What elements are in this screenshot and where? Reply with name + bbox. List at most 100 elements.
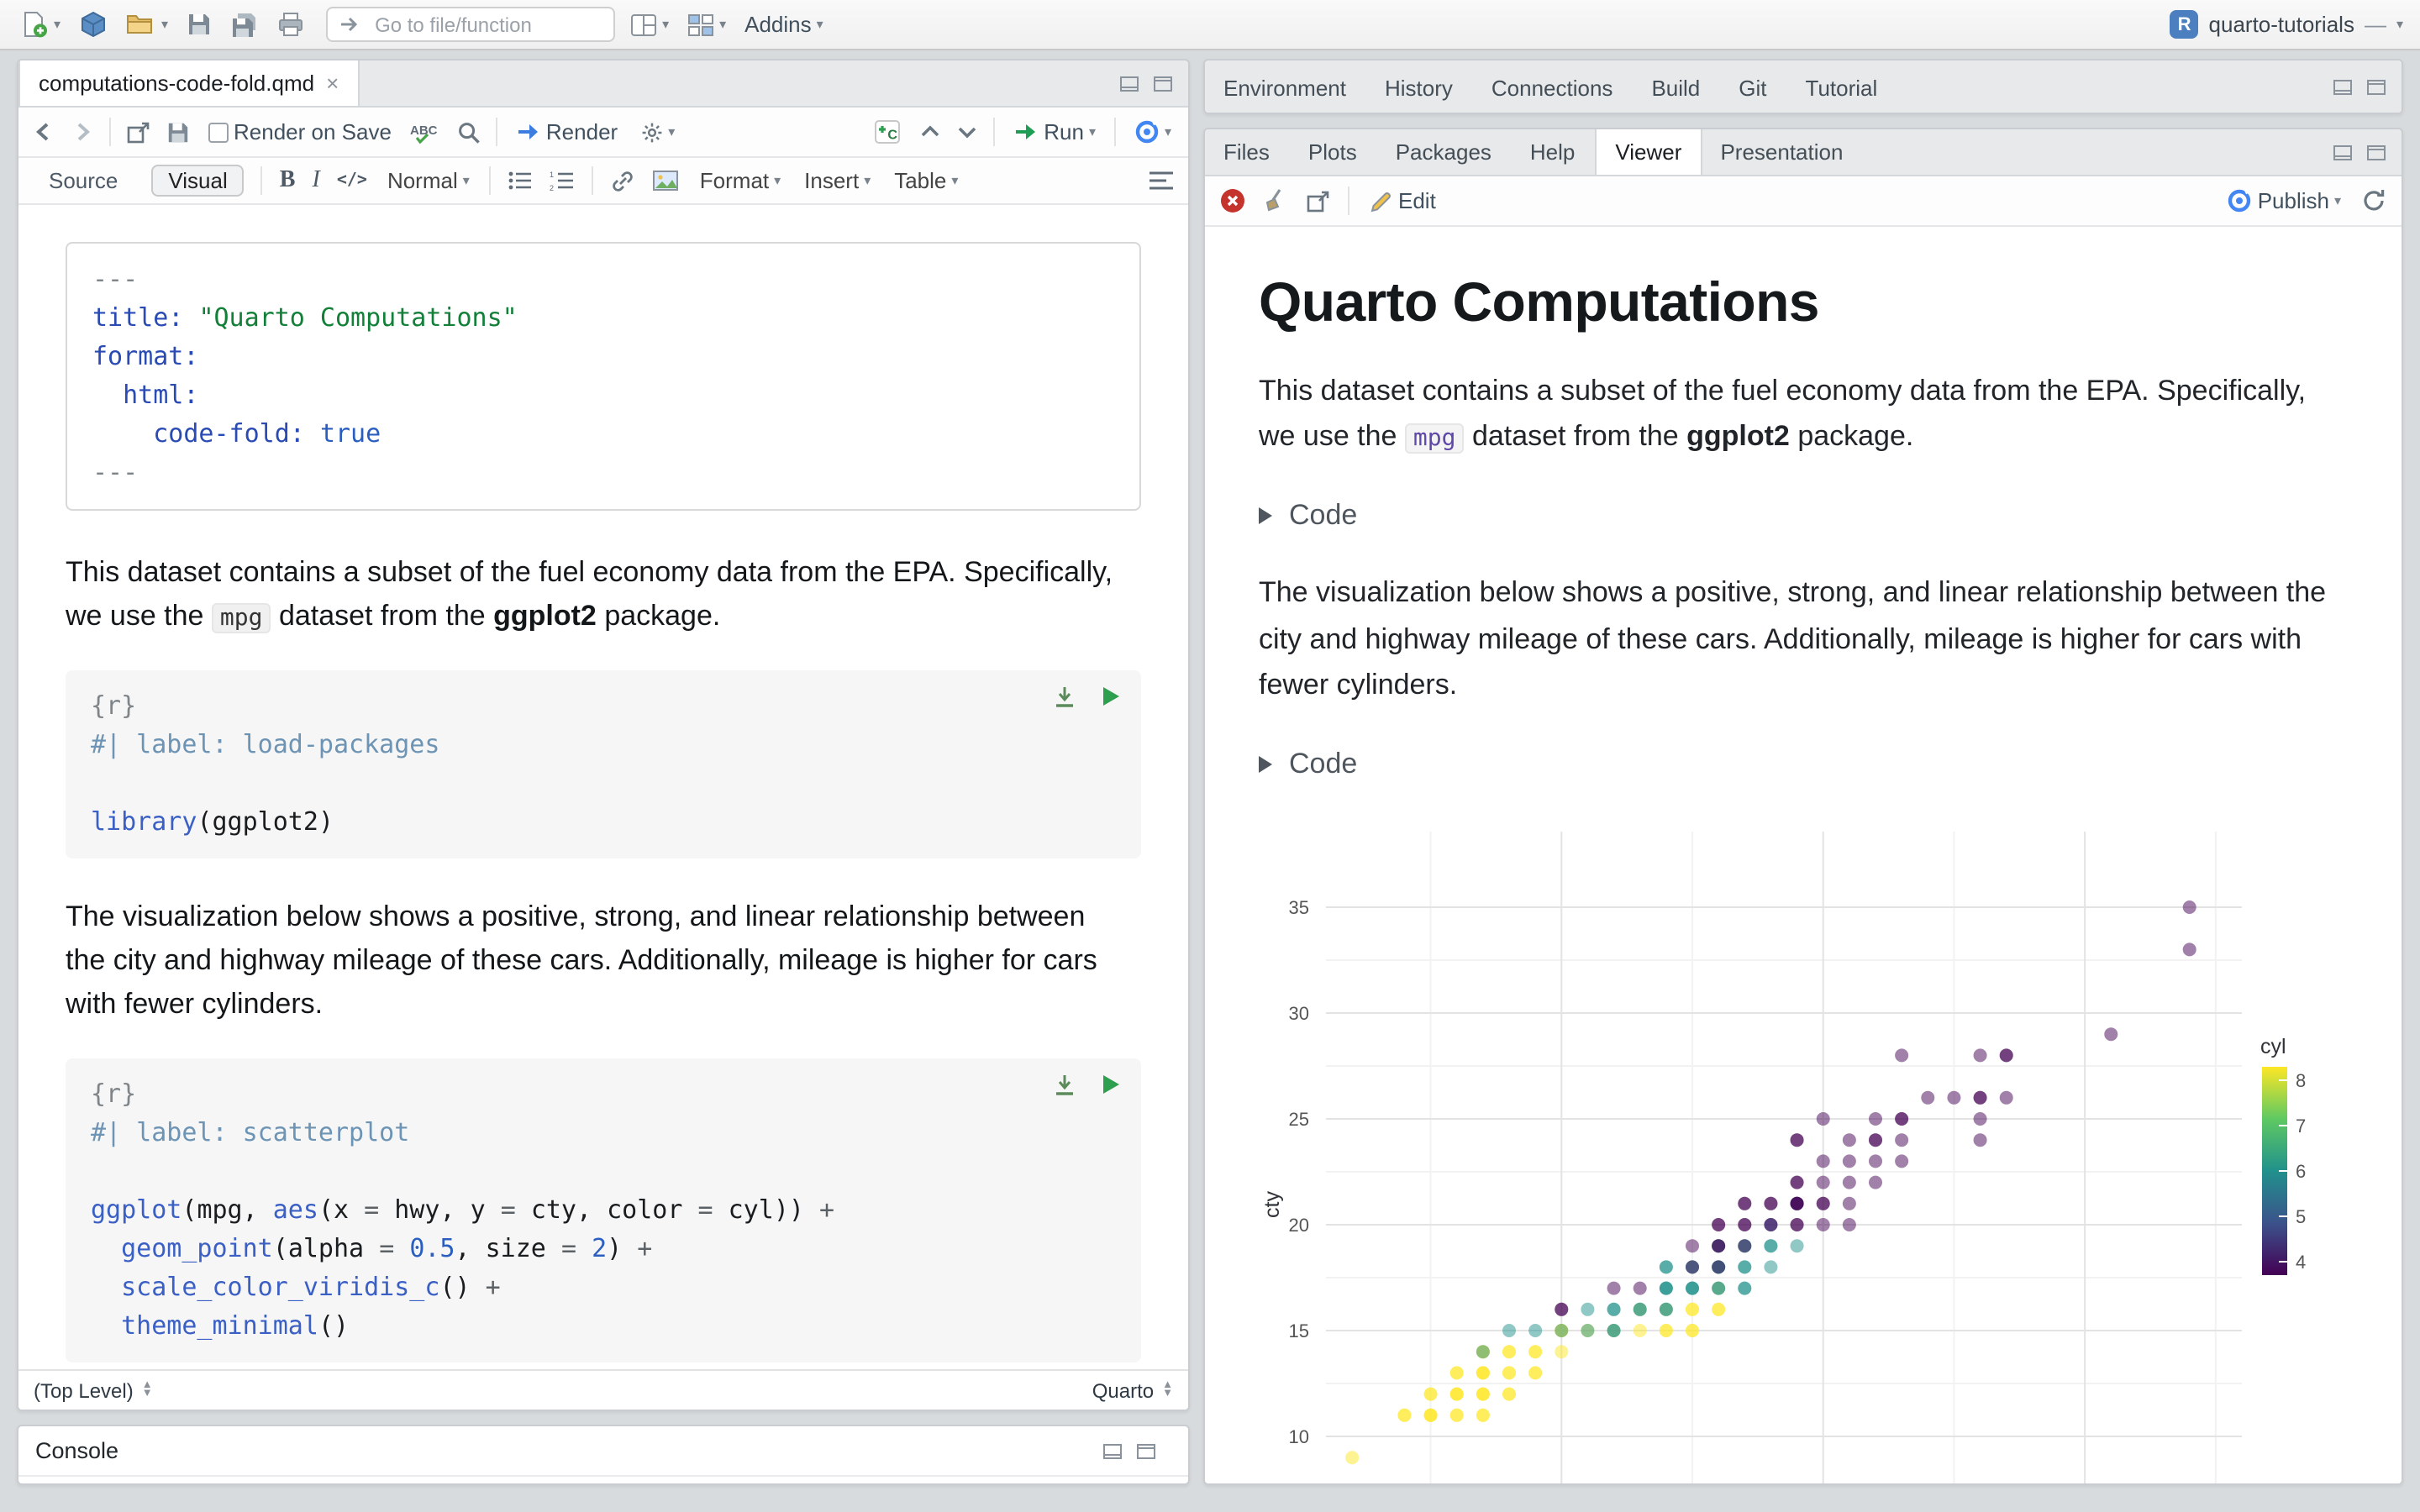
goto-file-input[interactable] (371, 11, 574, 38)
code-chunk-scatterplot[interactable]: {r} #| label: scatterplot ggplot(mpg, aes… (66, 1058, 1141, 1362)
code-fold-toggle-1[interactable]: Code (1259, 500, 2348, 533)
image-icon[interactable] (653, 170, 680, 192)
doc-type-button[interactable]: Quarto ▲ ▼ (1092, 1378, 1173, 1402)
render-on-save-checkbox[interactable]: Render on Save (205, 116, 395, 148)
tab-environment[interactable]: Environment (1205, 60, 1366, 113)
save-doc-icon[interactable] (166, 120, 190, 144)
project-menu-button[interactable]: R quarto-tutorials — ▾ (2170, 10, 2403, 39)
viewer-pane: Files Plots Packages Help Viewer Present… (1203, 128, 2403, 1485)
save-button[interactable] (183, 8, 215, 40)
addins-label: Addins (744, 12, 812, 37)
link-icon[interactable] (611, 169, 636, 192)
tab-packages[interactable]: Packages (1377, 129, 1512, 175)
svg-text:C: C (888, 129, 898, 143)
stop-viewer-icon[interactable] (1220, 188, 1245, 213)
tab-label: Connections (1491, 75, 1613, 100)
run-chunks-above-icon[interactable] (1052, 1073, 1077, 1096)
viewer-publish-button[interactable]: Publish ▾ (2224, 185, 2344, 217)
editor-content[interactable]: --- title: "Quarto Computations" format: h… (18, 205, 1188, 1369)
tab-viewer[interactable]: Viewer (1595, 129, 1702, 175)
run-next-icon[interactable] (956, 121, 978, 143)
rstudio-window: ▾ ▾ ▾ ▾ Addins ▾ (0, 0, 2420, 1512)
minimize-pane-icon[interactable] (2333, 144, 2353, 160)
popout-icon[interactable] (126, 120, 151, 144)
insert-chunk-button[interactable]: C (871, 116, 904, 148)
tab-build[interactable]: Build (1633, 60, 1720, 113)
maximize-pane-icon[interactable] (2366, 79, 2386, 96)
console-title[interactable]: Console (35, 1438, 118, 1463)
source-publish-button[interactable]: ▾ (1131, 116, 1175, 148)
r-project-icon: R (2170, 10, 2199, 39)
workspace-panes-button[interactable]: ▾ (627, 9, 672, 39)
run-prev-icon[interactable] (919, 121, 941, 143)
svg-text:20: 20 (1289, 1215, 1309, 1236)
search-icon[interactable] (457, 120, 481, 144)
tab-presentation[interactable]: Presentation (1702, 129, 1863, 175)
new-file-button[interactable]: ▾ (17, 7, 64, 42)
yaml-block[interactable]: --- title: "Quarto Computations" format: h… (66, 242, 1141, 511)
paragraph-style-caret: ▾ (462, 172, 470, 187)
code-chunk-load-packages[interactable]: {r} #| label: load-packages library(ggplo… (66, 669, 1141, 858)
minimize-pane-icon[interactable] (1119, 75, 1139, 92)
code-fold-toggle-2[interactable]: Code (1259, 748, 2348, 781)
minimize-pane-icon[interactable] (2333, 79, 2353, 96)
maximize-pane-icon[interactable] (1153, 75, 1173, 92)
tab-label: Presentation (1720, 139, 1844, 165)
editor-paragraph-2[interactable]: The visualization below shows a positive… (66, 895, 1114, 1027)
bullet-list-icon[interactable] (508, 170, 534, 192)
svg-text:cyl: cyl (2260, 1035, 2286, 1058)
refresh-icon[interactable] (2361, 188, 2386, 213)
render-options-button[interactable]: ▾ (636, 117, 678, 147)
tab-help[interactable]: Help (1512, 129, 1596, 175)
tab-files[interactable]: Files (1205, 129, 1290, 175)
minimize-pane-icon[interactable] (1102, 1442, 1123, 1459)
open-file-button[interactable]: ▾ (123, 8, 171, 40)
editor-paragraph-1[interactable]: This dataset contains a subset of the fu… (66, 551, 1114, 639)
bold-button[interactable]: B (280, 167, 296, 194)
mode-visual-button[interactable]: Visual (151, 165, 245, 197)
tab-connections[interactable]: Connections (1473, 60, 1634, 113)
svg-text:10: 10 (1289, 1426, 1309, 1447)
maximize-pane-icon[interactable] (1136, 1442, 1156, 1459)
editor-tab[interactable]: computations-code-fold.qmd × (18, 60, 360, 106)
viewer-content[interactable]: Quarto Computations This dataset contain… (1205, 227, 2402, 1483)
insert-menu[interactable]: Insert ▾ (801, 165, 874, 197)
layout-grid-icon (688, 13, 714, 35)
spellcheck-icon[interactable]: ABC (410, 120, 442, 144)
popout-viewer-icon[interactable] (1306, 189, 1331, 213)
svg-text:30: 30 (1289, 1003, 1309, 1024)
numbered-list-icon[interactable]: 12 (550, 170, 576, 192)
format-menu[interactable]: Format ▾ (697, 165, 784, 197)
forward-icon[interactable] (71, 121, 94, 143)
outline-location-button[interactable]: (Top Level) ▲ ▼ (34, 1378, 153, 1402)
print-button[interactable] (274, 8, 308, 40)
tab-history[interactable]: History (1366, 60, 1473, 113)
mode-source-button[interactable]: Source (32, 165, 134, 197)
italic-button[interactable]: I (312, 167, 319, 194)
tab-close-icon[interactable]: × (326, 71, 339, 96)
render-button[interactable]: Render (513, 116, 621, 148)
edit-button[interactable]: Edit (1366, 185, 1439, 217)
paragraph-style-select[interactable]: Normal ▾ (384, 165, 473, 197)
run-chunk-icon[interactable] (1101, 685, 1121, 707)
save-all-button[interactable] (227, 8, 262, 41)
run-chunks-above-icon[interactable] (1052, 685, 1077, 708)
tab-tutorial[interactable]: Tutorial (1787, 60, 1898, 113)
run-chunk-icon[interactable] (1101, 1074, 1121, 1095)
addins-button[interactable]: Addins ▾ (741, 8, 827, 40)
table-menu[interactable]: Table ▾ (891, 165, 961, 197)
clear-broom-icon[interactable] (1262, 188, 1289, 213)
svg-text:1: 1 (550, 171, 555, 179)
tab-plots[interactable]: Plots (1290, 129, 1377, 175)
maximize-pane-icon[interactable] (2366, 144, 2386, 160)
goto-file-search[interactable] (326, 7, 616, 42)
run-button[interactable]: Run ▾ (1010, 116, 1099, 148)
inline-code-button[interactable]: </> (337, 171, 367, 190)
render-on-save-label: Render on Save (234, 119, 392, 144)
outline-toggle-icon[interactable] (1148, 170, 1175, 192)
open-folder-icon (127, 15, 153, 34)
new-project-button[interactable] (76, 7, 111, 42)
tab-git[interactable]: Git (1720, 60, 1786, 113)
pane-layout-button[interactable]: ▾ (684, 9, 729, 39)
back-icon[interactable] (32, 121, 55, 143)
